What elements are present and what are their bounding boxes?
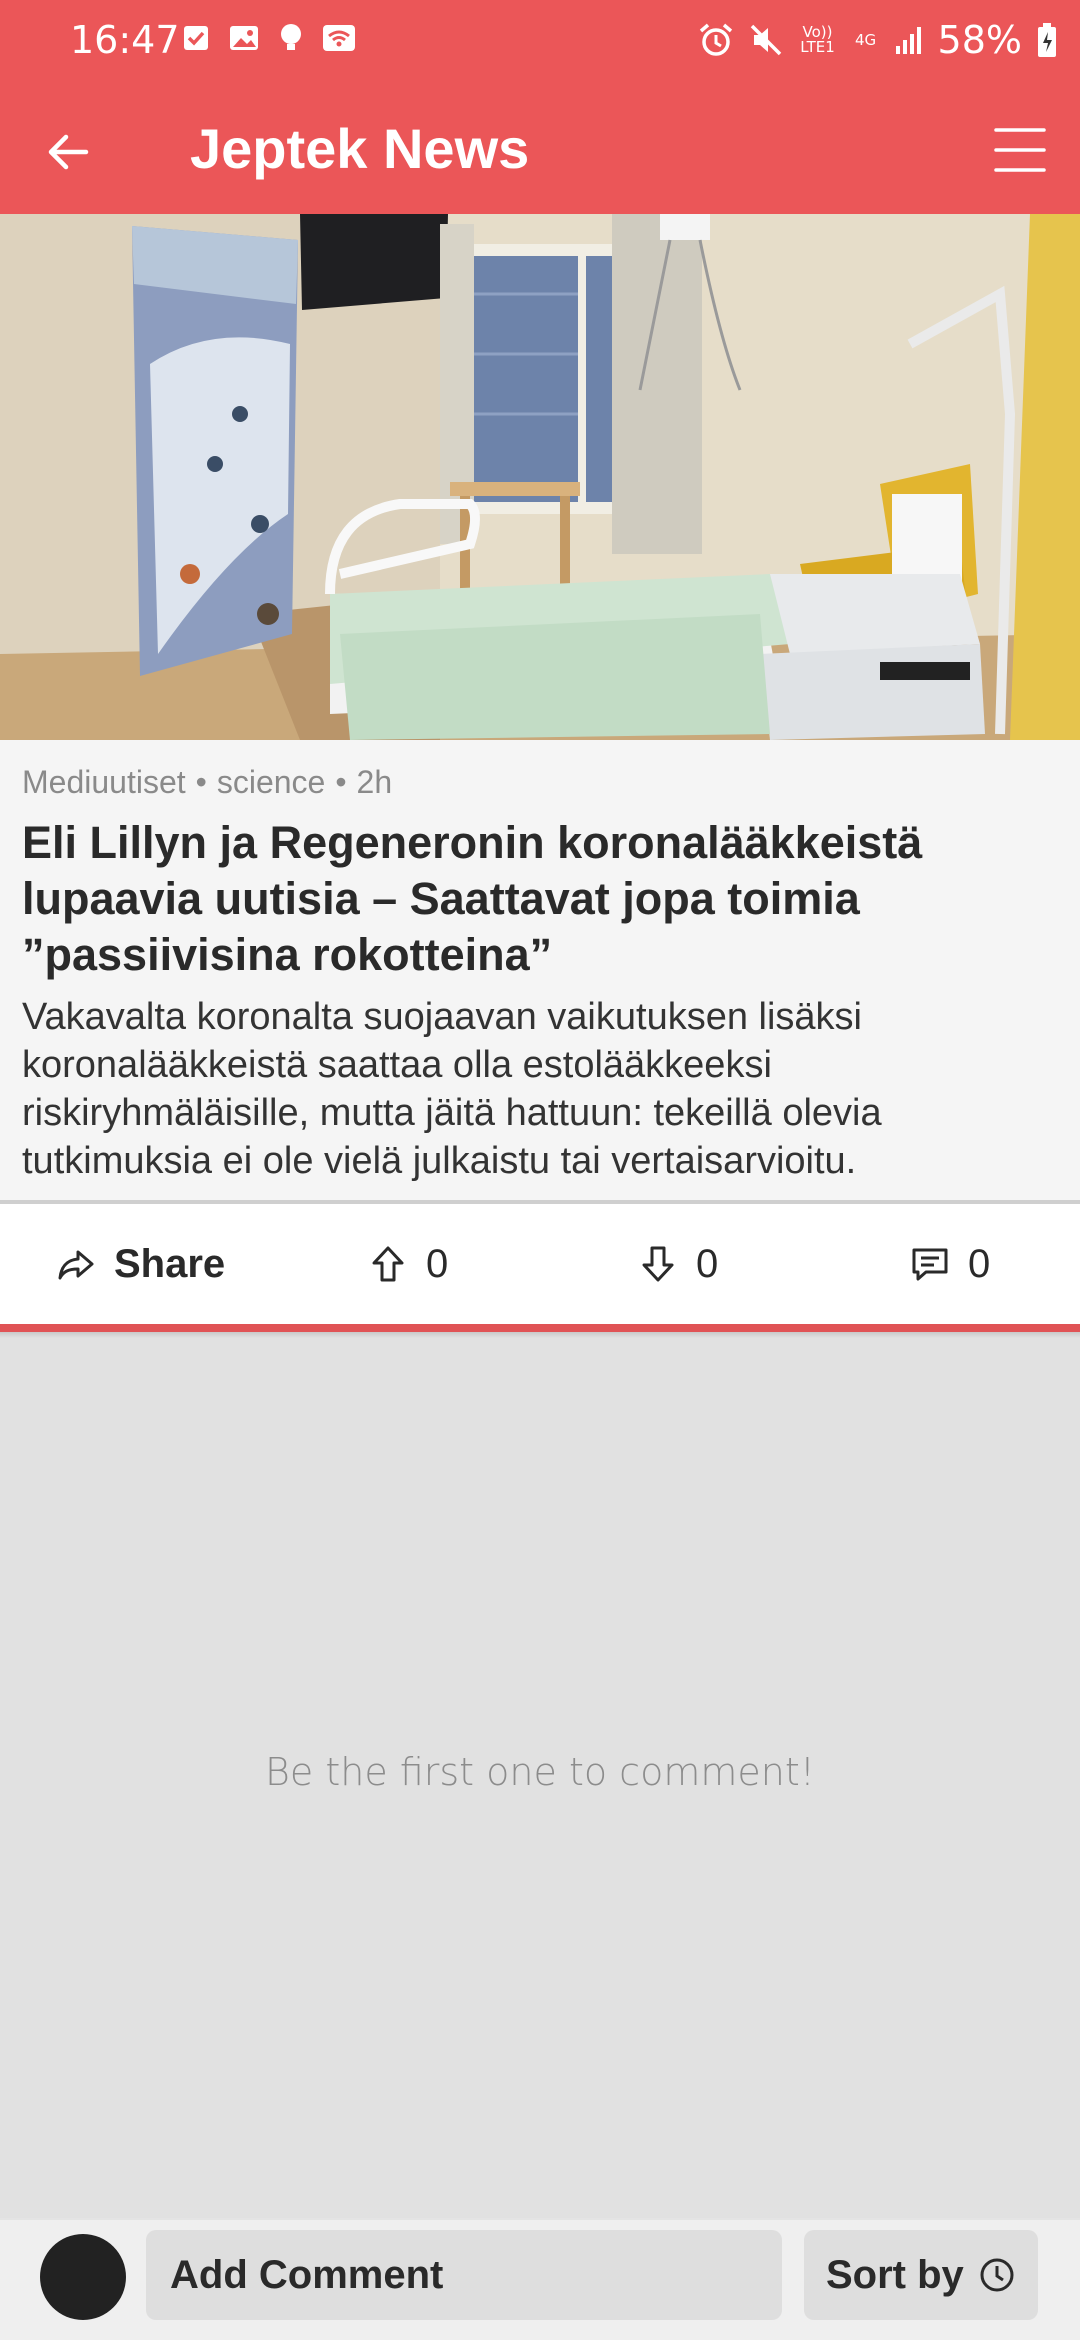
battery-percent: 58% [937, 18, 1022, 62]
avatar[interactable] [40, 2234, 126, 2320]
comments-button[interactable]: 0 [910, 1204, 990, 1324]
sort-label: Sort by [826, 2252, 964, 2297]
share-icon [58, 1250, 94, 1280]
share-button[interactable]: Share [56, 1204, 225, 1324]
clock-icon [980, 2258, 1014, 2292]
app-title: Jeptek News [190, 117, 530, 180]
back-button[interactable] [28, 112, 108, 192]
hamburger-menu-icon [994, 128, 1046, 172]
empty-comments-message: Be the first one to comment! [265, 1750, 815, 1794]
article-category: science [216, 764, 326, 800]
network-type: 4G [854, 30, 877, 49]
add-comment-input[interactable]: Add Comment [146, 2230, 782, 2320]
article-hero-image [0, 214, 1080, 740]
upvote-button[interactable]: 0 [368, 1204, 448, 1324]
status-right: Vo)) LTE1 4G 58% [698, 18, 1058, 62]
alarm-icon [699, 23, 732, 56]
article-meta: Mediuutiset • science • 2h [22, 764, 1058, 801]
notification-icons [182, 22, 356, 54]
bulb-icon [281, 24, 301, 50]
article-actions: Share 0 0 0 [0, 1204, 1080, 1324]
comment-count: 0 [968, 1241, 991, 1286]
downvote-count: 0 [696, 1241, 719, 1286]
signal-icon [895, 27, 921, 54]
divider-shadow [0, 1332, 1080, 1338]
article-summary: Vakavalta koronalta suojaavan vaikutukse… [22, 996, 882, 1182]
battery-icon [1038, 23, 1056, 57]
downvote-button[interactable]: 0 [638, 1204, 718, 1324]
arrow-down-icon [642, 1246, 674, 1282]
accent-divider [0, 1324, 1080, 1332]
upvote-count: 0 [426, 1241, 449, 1286]
menu-button[interactable] [980, 110, 1060, 190]
arrow-left-icon [48, 134, 89, 170]
meta-separator: • [195, 764, 207, 800]
status-bar: 16:47 Vo)) LTE1 4G 58% [0, 0, 1080, 84]
sort-button[interactable]: Sort by [804, 2230, 1038, 2320]
share-label: Share [114, 1241, 226, 1286]
arrow-up-icon [372, 1246, 404, 1282]
mute-icon [750, 24, 781, 56]
hospital-room-illustration [0, 214, 1080, 740]
app-bar: Jeptek News [0, 84, 1080, 214]
meta-separator: • [335, 764, 347, 800]
wifi-icon [323, 25, 355, 51]
gallery-icon [230, 26, 258, 50]
article-headline[interactable]: Eli Lillyn ja Regeneronin koronalääkkeis… [22, 815, 1058, 983]
article-source: Mediuutiset [22, 764, 186, 800]
checkbox-icon [184, 26, 208, 50]
article-card[interactable]: Mediuutiset • science • 2h Eli Lillyn ja… [0, 740, 1080, 1200]
comment-bar: Add Comment Sort by [0, 2218, 1080, 2340]
article-age: 2h [356, 764, 393, 800]
status-time: 16:47 [70, 18, 180, 62]
comment-icon [912, 1248, 948, 1281]
volte-indicator: Vo)) LTE1 [800, 23, 835, 56]
